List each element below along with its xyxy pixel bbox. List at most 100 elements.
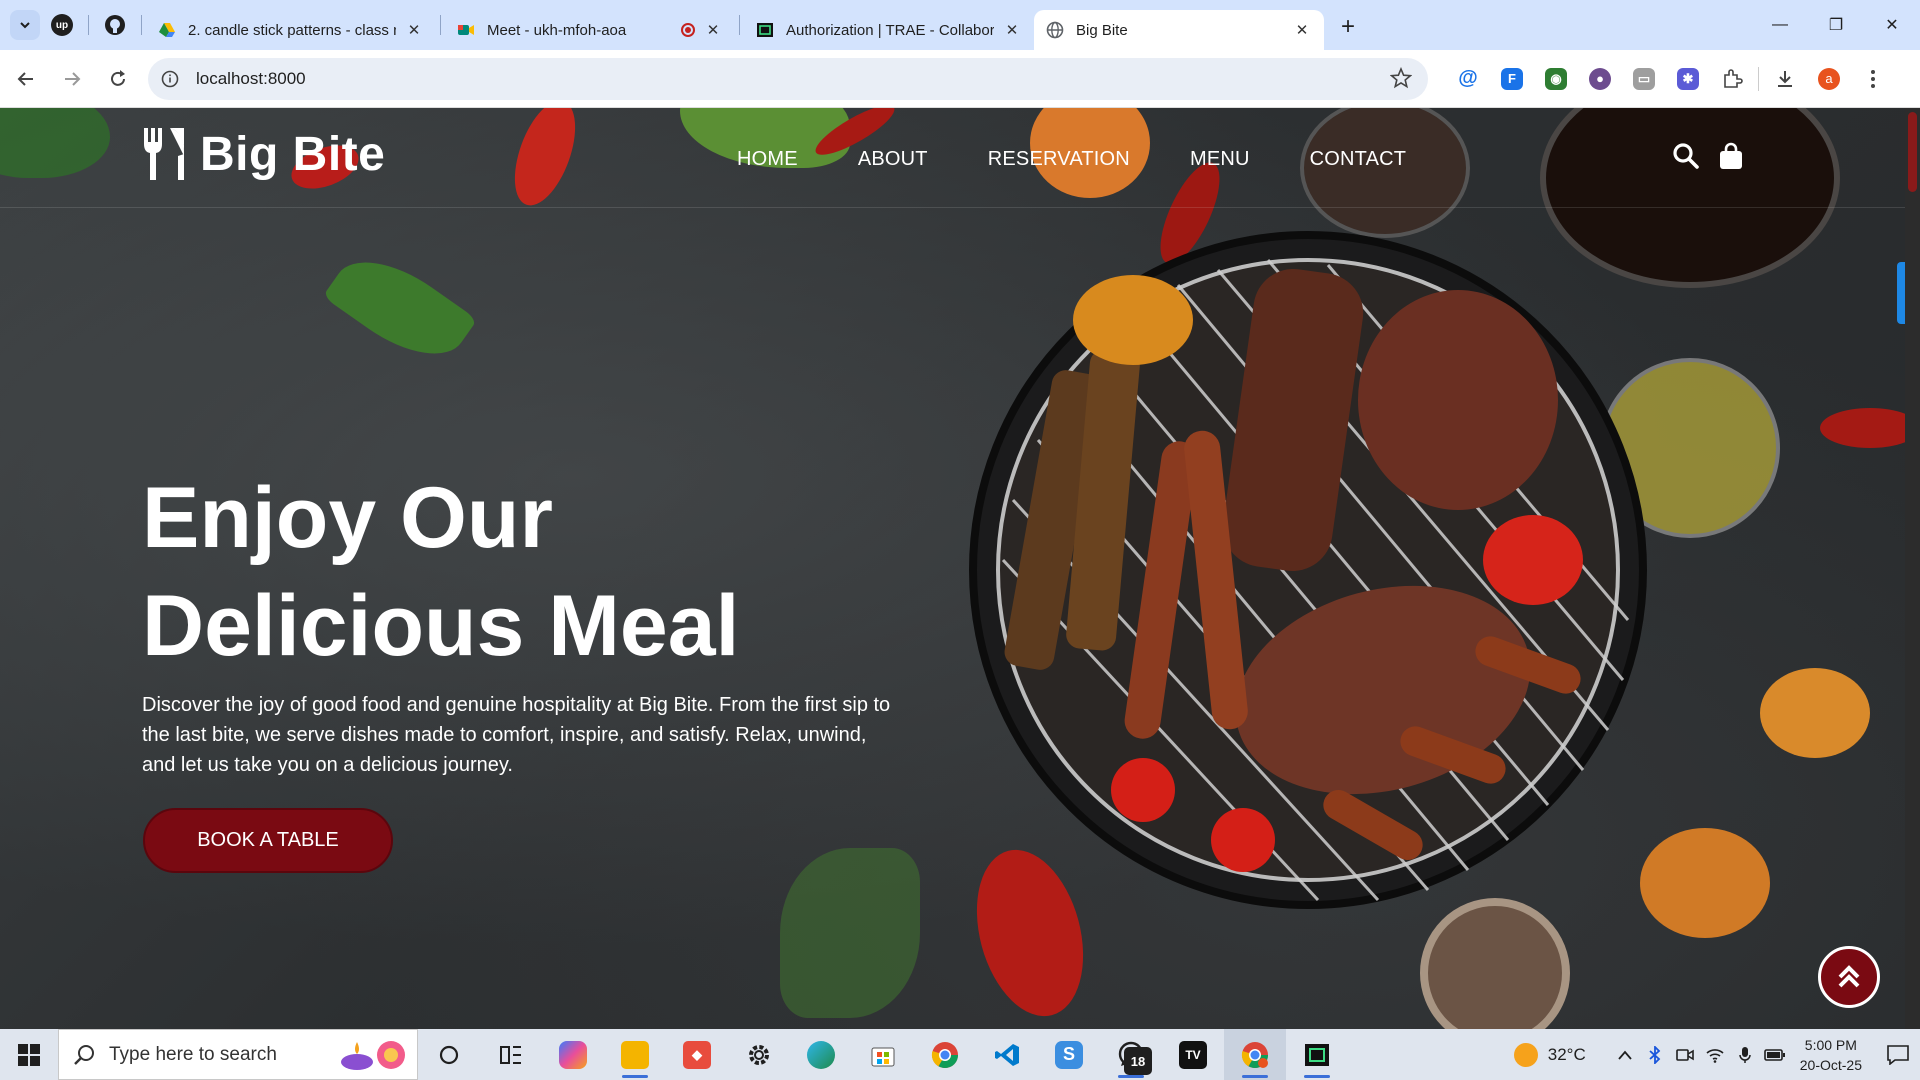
- new-tab-button[interactable]: +: [1330, 9, 1366, 45]
- nav-menu[interactable]: MENU: [1190, 148, 1250, 171]
- taskbar-file-explorer[interactable]: [604, 1029, 666, 1080]
- microphone-tray[interactable]: [1730, 1040, 1760, 1070]
- taskbar-chrome[interactable]: [914, 1029, 976, 1080]
- reload-button[interactable]: [98, 59, 138, 99]
- taskbar-trae[interactable]: [1286, 1029, 1348, 1080]
- extension-avatar[interactable]: ●: [1578, 57, 1622, 101]
- battery-icon: [1763, 1048, 1785, 1061]
- taskbar-clock[interactable]: 5:00 PM 20-Oct-25: [1800, 1035, 1862, 1075]
- taskbar-store[interactable]: [852, 1029, 914, 1080]
- close-tab-icon[interactable]: ✕: [1292, 20, 1312, 40]
- hero-title-line1: Enjoy Our: [142, 470, 553, 566]
- task-view-button[interactable]: [418, 1029, 480, 1080]
- vscode-icon: [995, 1043, 1019, 1066]
- tab-divider: [440, 15, 441, 35]
- minimize-button[interactable]: —: [1752, 0, 1808, 50]
- cast-icon: ▭: [1633, 67, 1655, 90]
- back-button[interactable]: [6, 59, 46, 99]
- extensions-menu[interactable]: [1710, 57, 1754, 101]
- red-pepper-image: [1483, 515, 1583, 605]
- search-icon: [74, 1044, 94, 1065]
- arrow-right-icon: [65, 71, 81, 86]
- download-icon: [1778, 70, 1792, 87]
- tab-title: Big Bite: [1076, 21, 1128, 39]
- battery-tray[interactable]: [1760, 1040, 1790, 1070]
- brand-logo[interactable]: Big Bite: [140, 126, 385, 182]
- nav-home[interactable]: HOME: [737, 148, 798, 171]
- extension-blue[interactable]: F: [1490, 57, 1534, 101]
- taskbar-settings[interactable]: [728, 1029, 790, 1080]
- avatar-icon: a: [1818, 67, 1840, 90]
- address-bar[interactable]: localhost:8000: [148, 57, 1428, 100]
- url-text: localhost:8000: [196, 68, 306, 88]
- brand-name: Big Bite: [200, 127, 386, 181]
- tab-candle-stick-patterns[interactable]: 2. candle stick patterns - class n ✕: [146, 10, 436, 50]
- book-a-table-button[interactable]: BOOK A TABLE: [143, 808, 393, 873]
- taskbar-multitask[interactable]: [480, 1029, 542, 1080]
- tab-google-meet[interactable]: Meet - ukh-mfoh-aoa ✕: [445, 10, 735, 50]
- show-hidden-icons[interactable]: [1610, 1040, 1640, 1070]
- pinned-tab-github[interactable]: [93, 7, 137, 43]
- nav-about[interactable]: ABOUT: [858, 148, 928, 171]
- extension-gear[interactable]: ✱: [1666, 57, 1710, 101]
- tab-big-bite[interactable]: Big Bite ✕: [1034, 10, 1324, 50]
- page-scrollbar[interactable]: [1905, 108, 1920, 1029]
- tab-title: Meet - ukh-mfoh-aoa: [487, 21, 627, 39]
- taskbar-chrome-active[interactable]: [1224, 1029, 1286, 1080]
- taskbar-edge[interactable]: [790, 1029, 852, 1080]
- taskbar-tradingview[interactable]: TV: [1162, 1029, 1224, 1080]
- taskbar-search-box[interactable]: Type here to search: [58, 1029, 418, 1080]
- clock-date: 20-Oct-25: [1799, 1056, 1862, 1073]
- cherry-tomato-image: [1111, 758, 1175, 822]
- extension-green[interactable]: ◉: [1534, 57, 1578, 101]
- close-tab-icon[interactable]: ✕: [1002, 20, 1022, 40]
- recording-icon: [681, 23, 695, 37]
- tab-trae-authorization[interactable]: Authorization | TRAE - Collabor ✕: [744, 10, 1034, 50]
- cart-button[interactable]: [1718, 142, 1750, 174]
- profile-avatar[interactable]: a: [1807, 57, 1851, 101]
- tab-divider: [141, 15, 142, 35]
- tab-search-button[interactable]: [10, 10, 40, 40]
- nav-contact[interactable]: CONTACT: [1310, 148, 1407, 171]
- site-info-icon[interactable]: [154, 63, 186, 95]
- network-tray[interactable]: [1700, 1040, 1730, 1070]
- taskbar-whatsapp[interactable]: 18: [1100, 1029, 1162, 1080]
- scrollbar-thumb[interactable]: [1908, 112, 1917, 192]
- chrome-profile-icon: [1241, 1041, 1269, 1068]
- trae-icon: [757, 23, 773, 37]
- sun-icon: [1513, 1042, 1538, 1067]
- extension-cast[interactable]: ▭: [1622, 57, 1666, 101]
- forward-button[interactable]: [52, 59, 92, 99]
- downloads-button[interactable]: [1763, 57, 1807, 101]
- start-button[interactable]: [0, 1029, 58, 1080]
- pinned-tab-upwork[interactable]: up: [40, 7, 84, 43]
- taskbar-skype[interactable]: S: [1038, 1029, 1100, 1080]
- close-tab-icon[interactable]: ✕: [703, 20, 723, 40]
- meet-now-tray[interactable]: [1670, 1040, 1700, 1070]
- back-to-top-button[interactable]: [1818, 946, 1880, 1008]
- close-window-button[interactable]: ✕: [1864, 0, 1920, 50]
- taskbar-copilot[interactable]: [542, 1029, 604, 1080]
- taskbar-vscode[interactable]: [976, 1029, 1038, 1080]
- browser-tab-strip: up 2. candle stick patterns - class n ✕ …: [0, 0, 1920, 50]
- bookmark-star-icon[interactable]: [1390, 66, 1412, 89]
- close-tab-icon[interactable]: ✕: [404, 20, 424, 40]
- taskbar-git-app[interactable]: ◆: [666, 1029, 728, 1080]
- nav-reservation[interactable]: RESERVATION: [988, 148, 1130, 171]
- mushroom-image: [1420, 898, 1570, 1029]
- chrome-menu[interactable]: [1851, 57, 1895, 101]
- hero-title-line2: Delicious Meal: [142, 578, 740, 674]
- s-app-icon: S: [1055, 1040, 1083, 1069]
- notification-center-button[interactable]: [1876, 1029, 1920, 1080]
- cherry-tomato-image: [1211, 808, 1275, 872]
- restore-button[interactable]: ❐: [1808, 0, 1864, 50]
- extension-at[interactable]: @: [1446, 57, 1490, 101]
- bluetooth-tray[interactable]: [1640, 1040, 1670, 1070]
- side-panel-marker[interactable]: [1897, 262, 1905, 324]
- main-nav: HOME ABOUT RESERVATION MENU CONTACT: [737, 148, 1466, 171]
- cortana-circle-icon: [439, 1045, 459, 1064]
- weather-widget[interactable]: 32°C: [1513, 1042, 1586, 1067]
- info-icon: [161, 70, 179, 87]
- task-view-icon: [500, 1045, 521, 1064]
- site-search-button[interactable]: [1672, 142, 1704, 174]
